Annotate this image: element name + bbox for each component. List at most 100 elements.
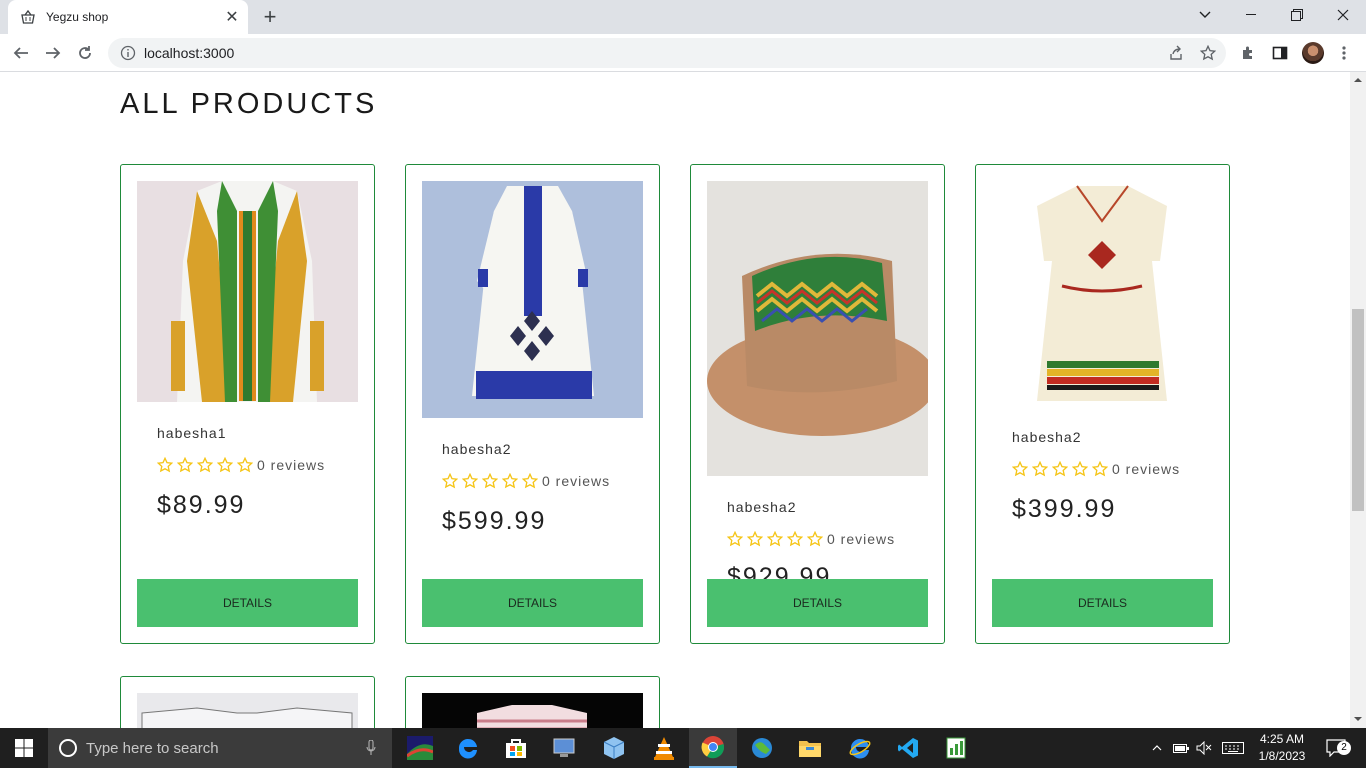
product-name[interactable]: habesha2 [727, 499, 797, 515]
star-outline-icon [442, 473, 458, 489]
star-outline-icon [502, 473, 518, 489]
address-bar[interactable]: localhost:3000 [108, 38, 1226, 68]
product-rating: 0 reviews [157, 457, 325, 473]
scrollbar-thumb[interactable] [1352, 309, 1364, 511]
product-card[interactable]: habesha1 0 reviews $89.99 DETAILS [120, 164, 375, 644]
product-image[interactable] [992, 181, 1213, 407]
product-price: $599.99 [442, 507, 547, 535]
star-outline-icon [807, 531, 823, 547]
vscode-icon[interactable] [884, 728, 932, 768]
microphone-icon[interactable] [366, 740, 376, 756]
share-icon[interactable] [1166, 43, 1186, 63]
battery-icon[interactable] [1170, 728, 1192, 768]
keyboard-icon[interactable] [1220, 728, 1246, 768]
product-image[interactable] [137, 181, 358, 402]
close-tab-icon[interactable]: ✕ [222, 7, 242, 27]
product-image[interactable] [422, 693, 643, 728]
product-name[interactable]: habesha1 [157, 425, 227, 441]
task-view-app-icon[interactable] [396, 728, 444, 768]
search-placeholder[interactable]: Type here to search [86, 740, 219, 757]
windows-taskbar: Type here to search 4:25 AM 1/8/2023 2 [0, 728, 1366, 768]
internet-explorer-icon[interactable] [836, 728, 884, 768]
browser-tab[interactable]: Yegzu shop ✕ [8, 0, 248, 34]
star-outline-icon [747, 531, 763, 547]
star-outline-icon [482, 473, 498, 489]
notification-center-icon[interactable]: 2 [1322, 728, 1351, 768]
product-image[interactable] [422, 181, 643, 418]
star-outline-icon [462, 473, 478, 489]
vlc-icon[interactable] [640, 728, 688, 768]
star-outline-icon [1052, 461, 1068, 477]
product-name[interactable]: habesha2 [442, 441, 512, 457]
page-scrollbar[interactable] [1350, 72, 1366, 728]
star-outline-icon [1072, 461, 1088, 477]
page-title: ALL PRODUCTS [120, 88, 378, 120]
product-card[interactable]: habesha2 0 reviews $929.99 DETAILS [690, 164, 945, 644]
minimize-button[interactable] [1228, 0, 1274, 30]
star-outline-icon [1092, 461, 1108, 477]
star-outline-icon [157, 457, 173, 473]
clock-time: 4:25 AM [1259, 732, 1305, 746]
product-name[interactable]: habesha2 [1012, 429, 1082, 445]
scroll-down-arrow-icon[interactable] [1354, 715, 1362, 723]
review-count: 0 reviews [542, 473, 611, 489]
product-price: $89.99 [157, 491, 246, 519]
product-image[interactable] [137, 693, 358, 728]
new-tab-button[interactable]: + [258, 4, 282, 29]
star-outline-icon [787, 531, 803, 547]
details-button[interactable]: DETAILS [137, 579, 358, 627]
system-clock[interactable]: 4:25 AM 1/8/2023 [1252, 731, 1312, 765]
side-panel-icon[interactable] [1270, 43, 1290, 63]
volume-muted-icon[interactable] [1194, 728, 1214, 768]
microsoft-store-icon[interactable] [492, 728, 540, 768]
back-button[interactable] [8, 40, 34, 66]
extensions-icon[interactable] [1238, 43, 1258, 63]
product-card[interactable] [120, 676, 375, 728]
bookmark-star-icon[interactable] [1198, 43, 1218, 63]
star-outline-icon [217, 457, 233, 473]
product-rating: 0 reviews [1012, 461, 1180, 477]
details-button[interactable]: DETAILS [992, 579, 1213, 627]
star-outline-icon [197, 457, 213, 473]
windows-logo-icon [15, 739, 33, 757]
star-rating [157, 457, 257, 473]
product-price: $399.99 [1012, 495, 1117, 523]
star-outline-icon [767, 531, 783, 547]
star-outline-icon [727, 531, 743, 547]
close-window-button[interactable] [1320, 0, 1366, 30]
browser-toolbar: localhost:3000 [0, 34, 1366, 72]
chrome-icon[interactable] [689, 728, 737, 768]
details-button[interactable]: DETAILS [422, 579, 643, 627]
star-rating [442, 473, 542, 489]
file-explorer-icon[interactable] [786, 728, 834, 768]
scroll-up-arrow-icon[interactable] [1354, 76, 1362, 84]
star-rating [1012, 461, 1112, 477]
cortana-circle-icon [59, 739, 77, 757]
review-count: 0 reviews [1112, 461, 1181, 477]
spreadsheet-app-icon[interactable] [932, 728, 980, 768]
remote-desktop-icon[interactable] [540, 728, 588, 768]
product-card[interactable]: habesha2 0 reviews $399.99 DETAILS [975, 164, 1230, 644]
product-card[interactable] [405, 676, 660, 728]
forward-button[interactable] [40, 40, 66, 66]
3d-box-app-icon[interactable] [590, 728, 638, 768]
tab-search-button[interactable] [1182, 0, 1228, 30]
site-info-icon[interactable] [120, 45, 136, 61]
url-text[interactable]: localhost:3000 [144, 45, 234, 61]
clock-date: 1/8/2023 [1258, 749, 1306, 763]
taskbar-search[interactable]: Type here to search [48, 728, 392, 768]
profile-avatar[interactable] [1302, 42, 1324, 64]
tab-title: Yegzu shop [46, 10, 109, 24]
product-card[interactable]: habesha2 0 reviews $599.99 DETAILS [405, 164, 660, 644]
show-hidden-icons-chevron-icon[interactable] [1148, 728, 1166, 768]
edge-legacy-icon[interactable] [444, 728, 492, 768]
reload-button[interactable] [72, 40, 98, 66]
product-rating: 0 reviews [727, 531, 895, 547]
start-button[interactable] [0, 728, 48, 768]
menu-kebab-icon[interactable] [1334, 43, 1354, 63]
restore-button[interactable] [1274, 0, 1320, 30]
product-image[interactable] [707, 181, 937, 476]
star-outline-icon [1012, 461, 1028, 477]
details-button[interactable]: DETAILS [707, 579, 928, 627]
earth-app-icon[interactable] [738, 728, 786, 768]
